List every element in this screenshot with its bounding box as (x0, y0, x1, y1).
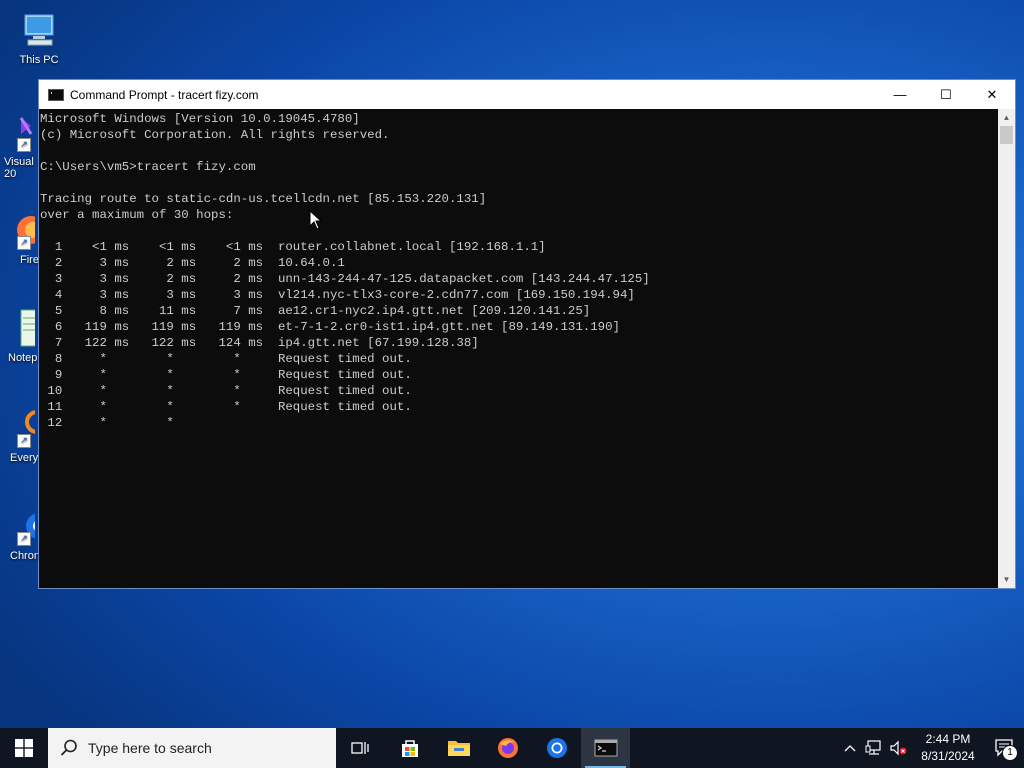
desktop-icon-label: Notep (8, 352, 38, 364)
taskbar-firefox-button[interactable] (483, 728, 532, 768)
console-output[interactable]: Microsoft Windows [Version 10.0.19045.47… (39, 109, 998, 588)
task-view-button[interactable] (336, 728, 385, 768)
console-line: 10 * * * Request timed out. (47, 384, 412, 398)
desktop-icon-chrome[interactable]: ↗ Chron (0, 506, 40, 562)
visual-studio-icon: ↗ (5, 112, 35, 152)
console-line: 8 * * * Request timed out. (54, 352, 412, 366)
console-line: 5 8 ms 11 ms 7 ms ae12.cr1-nyc2.ip4.gtt.… (54, 304, 591, 318)
cmd-icon (48, 88, 64, 101)
console-line: 11 * * * Request timed out. (47, 400, 412, 414)
firefox-icon (497, 738, 518, 758)
taskbar-chrome-button[interactable] (532, 728, 581, 768)
taskbar: Type here to search 2:44 PM 8/31/2024 1 (0, 728, 1024, 768)
clock[interactable]: 2:44 PM 8/31/2024 (910, 731, 986, 765)
search-placeholder: Type here to search (88, 740, 212, 756)
task-view-icon (350, 742, 369, 754)
shortcut-arrow-icon: ↗ (17, 138, 31, 152)
console-line: 7 122 ms 122 ms 124 ms ip4.gtt.net [67.1… (54, 336, 479, 350)
shortcut-arrow-icon: ↗ (17, 236, 31, 250)
clock-date: 8/31/2024 (921, 749, 975, 763)
show-hidden-icons-chevron-icon[interactable] (838, 728, 862, 768)
taskbar-search-box[interactable]: Type here to search (48, 728, 336, 768)
desktop-icon-everything[interactable]: ↗ Every (0, 408, 40, 464)
shortcut-arrow-icon: ↗ (17, 532, 31, 546)
console-line: 6 119 ms 119 ms 119 ms et-7-1-2.cr0-ist1… (54, 320, 620, 334)
window-title: Command Prompt - tracert fizy.com (70, 87, 259, 102)
minimize-button[interactable]: — (877, 80, 923, 109)
command-prompt-window[interactable]: Command Prompt - tracert fizy.com — ☐ ✕ … (38, 79, 1016, 589)
console-line: C:\Users\vm5>tracert fizy.com (40, 160, 256, 174)
console-line: Microsoft Windows [Version 10.0.19045.47… (40, 112, 360, 126)
desktop-icon-label: Fire (20, 254, 39, 266)
chrome-icon: ↗ (5, 506, 40, 546)
system-tray: 2:44 PM 8/31/2024 1 (838, 728, 1024, 768)
console-line: 4 3 ms 3 ms 3 ms vl214.nyc-tlx3-core-2.c… (54, 288, 635, 302)
scrollbar-thumb[interactable] (1000, 126, 1013, 144)
console-line: 12 * * (47, 416, 174, 430)
scroll-down-arrow-icon[interactable]: ▼ (998, 571, 1015, 588)
folder-icon (447, 741, 470, 756)
windows-logo-icon (15, 739, 33, 757)
desktop-icon-label: This PC (19, 54, 59, 66)
taskbar-file-explorer-button[interactable] (434, 728, 483, 768)
console-line: over a maximum of 30 hops: (40, 208, 234, 222)
close-button[interactable]: ✕ (969, 80, 1015, 109)
title-bar[interactable]: Command Prompt - tracert fizy.com — ☐ ✕ (39, 80, 1015, 109)
shortcut-arrow-icon: ↗ (17, 434, 31, 448)
vertical-scrollbar[interactable]: ▲ ▼ (998, 109, 1015, 588)
desktop-icon-firefox[interactable]: ↗ Fire (0, 210, 40, 266)
start-button[interactable] (0, 728, 48, 768)
microsoft-store-icon (401, 740, 418, 757)
scroll-up-arrow-icon[interactable]: ▲ (998, 109, 1015, 126)
console-line: 3 3 ms 2 ms 2 ms unn-143-244-47-125.data… (54, 272, 650, 286)
firefox-icon: ↗ (5, 210, 40, 250)
chrome-icon (546, 738, 567, 758)
command-prompt-icon (594, 739, 617, 757)
console-line: 1 <1 ms <1 ms <1 ms router.collabnet.loc… (54, 240, 546, 254)
notification-count-badge: 1 (1002, 745, 1018, 761)
action-center-button[interactable]: 1 (986, 728, 1024, 768)
computer-icon (19, 10, 59, 50)
desktop-icon-notepad[interactable]: Notep (0, 308, 40, 364)
console-line: (c) Microsoft Corporation. All rights re… (40, 128, 390, 142)
maximize-button[interactable]: ☐ (923, 80, 969, 109)
search-icon (60, 739, 77, 756)
console-line: 9 * * * Request timed out. (54, 368, 412, 382)
network-icon[interactable] (862, 728, 886, 768)
desktop-icon-visual-studio[interactable]: ↗ Visual 20 (0, 112, 40, 180)
everything-search-icon: ↗ (5, 408, 40, 448)
mouse-cursor-icon (309, 210, 323, 230)
console-line: 2 3 ms 2 ms 2 ms 10.64.0.1 (54, 256, 345, 270)
notepad-icon (5, 308, 38, 348)
clock-time: 2:44 PM (925, 732, 971, 746)
taskbar-command-prompt-button[interactable] (581, 728, 630, 768)
desktop-icon-label: Visual 20 (4, 156, 34, 180)
desktop-icon-label: Chron (10, 550, 40, 562)
desktop-icon-label: Every (10, 452, 39, 464)
volume-muted-icon[interactable] (886, 728, 910, 768)
taskbar-store-button[interactable] (385, 728, 434, 768)
desktop-icon-this-pc[interactable]: This PC (6, 10, 72, 66)
console-text: Microsoft Windows [Version 10.0.19045.47… (40, 111, 998, 431)
console-line: Tracing route to static-cdn-us.tcellcdn.… (40, 192, 487, 206)
